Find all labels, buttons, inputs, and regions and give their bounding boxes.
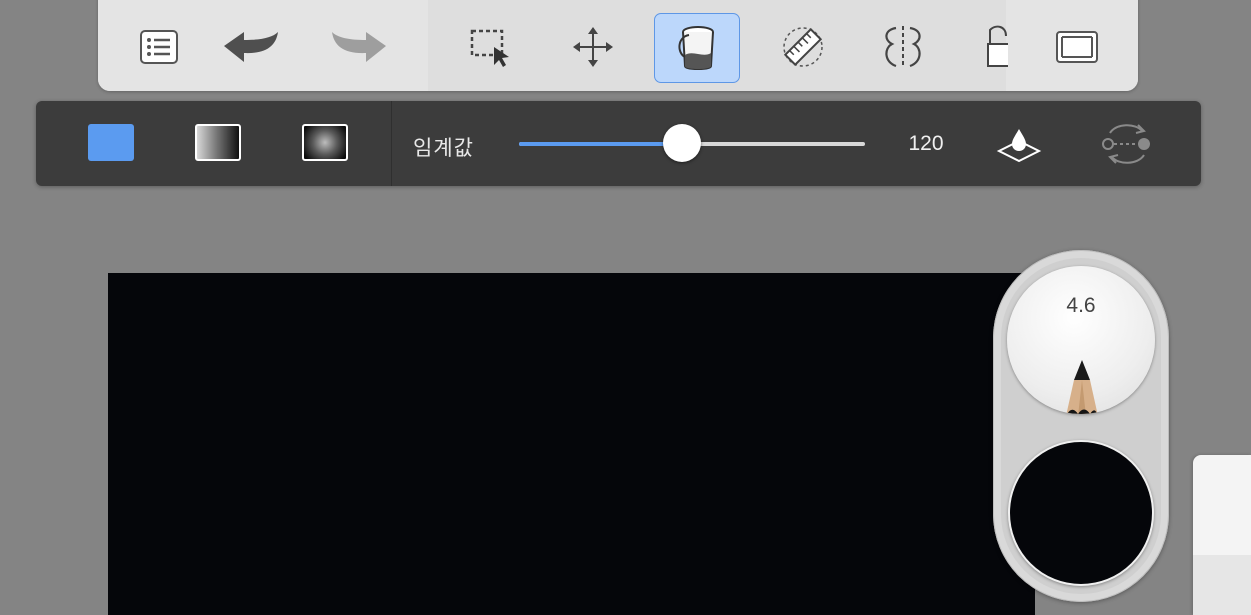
fill-tool-button[interactable] <box>654 13 740 83</box>
perspective-tool-button[interactable] <box>968 12 1008 82</box>
transform-tool-button[interactable] <box>550 12 636 82</box>
brush-selector-button[interactable]: 4.6 <box>1007 266 1155 414</box>
redo-icon <box>332 32 386 62</box>
side-panel-edge[interactable] <box>1193 455 1251 615</box>
brush-puck: 4.6 <box>993 250 1169 602</box>
fill-swap-mode-button[interactable] <box>1098 119 1156 169</box>
symmetry-icon <box>885 26 921 68</box>
radial-gradient-mode-button[interactable] <box>302 124 348 161</box>
move-arrows-icon <box>573 27 613 67</box>
solid-fill-mode-button[interactable] <box>88 124 134 161</box>
threshold-slider[interactable] <box>519 124 865 162</box>
sample-all-layers-button[interactable] <box>996 125 1042 165</box>
brush-size-value: 4.6 <box>1066 294 1096 317</box>
redo-button[interactable] <box>316 12 402 82</box>
fill-bar-divider <box>391 101 392 186</box>
fill-options-bar: 임계값 120 <box>36 101 1201 186</box>
main-toolbar <box>98 0 1138 91</box>
undo-button[interactable] <box>208 12 294 82</box>
ruler-icon <box>783 27 823 67</box>
linear-gradient-mode-button[interactable] <box>195 124 241 161</box>
drop-layer-icon <box>996 129 1042 163</box>
selection-tool-button[interactable] <box>448 12 534 82</box>
threshold-value: 120 <box>908 132 944 155</box>
drawing-canvas[interactable] <box>108 273 1035 615</box>
fullscreen-icon <box>1056 31 1098 63</box>
threshold-slider-knob[interactable] <box>662 124 701 162</box>
list-icon <box>140 30 178 64</box>
threshold-label: 임계값 <box>413 137 474 160</box>
threshold-slider-fill <box>519 142 682 146</box>
side-panel-lower <box>1193 555 1251 615</box>
paint-bucket-icon <box>678 26 714 70</box>
layers-list-button[interactable] <box>116 12 202 82</box>
swap-cycle-icon <box>1102 124 1150 164</box>
fullscreen-button[interactable] <box>1034 12 1120 82</box>
color-picker-button[interactable] <box>1008 440 1154 586</box>
ruler-tool-button[interactable] <box>760 12 846 82</box>
perspective-icon <box>987 25 1008 67</box>
selection-icon <box>470 29 509 67</box>
symmetry-tool-button[interactable] <box>860 12 946 82</box>
pencil-icon <box>1066 360 1098 414</box>
undo-icon <box>224 32 278 62</box>
